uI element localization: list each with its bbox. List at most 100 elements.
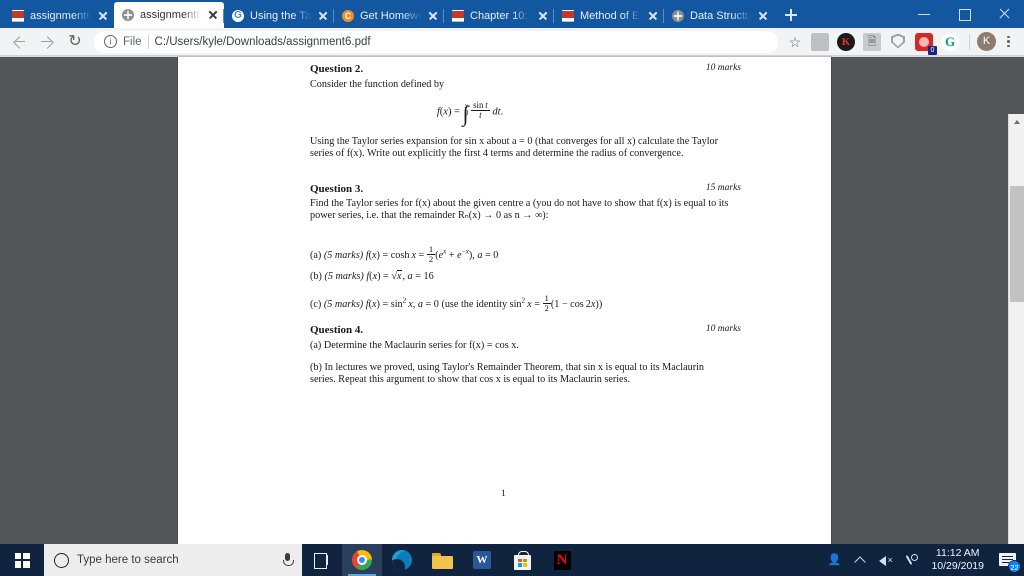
file-explorer-taskbar-icon — [431, 552, 453, 569]
taskbar-app-edge[interactable] — [382, 544, 422, 576]
taskbar-search-box[interactable]: Type here to search — [44, 544, 302, 576]
action-center-badge: 22 — [1008, 560, 1021, 573]
forward-arrow-icon[interactable] — [34, 29, 60, 55]
q4b-line-1: In lectures we proved, using Taylor's Re… — [324, 362, 637, 373]
close-tab-icon[interactable] — [647, 10, 659, 22]
browser-tab-6[interactable]: Method of Evalu — [553, 3, 664, 28]
close-tab-icon[interactable] — [537, 10, 549, 22]
question-3-marks: 15 marks — [705, 183, 741, 193]
browser-tab-5[interactable]: Chapter 10: Map — [443, 3, 554, 28]
pdf-page: Question 2. 10 marks Consider the functi… — [178, 57, 831, 544]
question-4-heading: Question 4. — [310, 324, 364, 336]
windows-taskbar: Type here to search W N 👤 × 11:12 AM 10/… — [0, 544, 1024, 576]
browser-tab-2-active[interactable]: assignment6.pdf — [114, 2, 224, 28]
tab-title: Data Structures — [690, 9, 751, 22]
q3-line-3: as n → ∞): — [503, 209, 549, 221]
extension-red-icon[interactable]: 0 — [915, 32, 937, 55]
extension-pdf-icon[interactable] — [863, 32, 881, 51]
question-4-item-b: (b) In lectures we proved, using Taylor'… — [310, 362, 710, 385]
tab-title: assignment6 - M — [30, 9, 91, 22]
question-2-heading: Question 2. — [310, 63, 364, 75]
close-tab-icon[interactable] — [207, 9, 219, 21]
close-tab-icon[interactable] — [317, 10, 329, 22]
google-icon: G — [232, 9, 244, 22]
q4b-line-3: its Maclaurin series. — [547, 373, 631, 385]
task-view-button[interactable] — [302, 544, 342, 576]
search-placeholder: Type here to search — [77, 554, 179, 566]
pen-tray-icon[interactable] — [899, 544, 925, 576]
start-button[interactable] — [0, 544, 44, 576]
restore-icon[interactable] — [944, 0, 984, 28]
task-view-icon — [314, 553, 330, 569]
close-tab-icon[interactable] — [97, 10, 109, 22]
minimize-icon[interactable] — [904, 0, 944, 28]
address-bar[interactable]: File C:/Users/kyle/Downloads/assignment6… — [94, 30, 778, 53]
edge-taskbar-icon — [392, 550, 412, 570]
tab-title: Using the Taylor — [250, 9, 311, 22]
extension-grammarly-icon[interactable]: G — [941, 32, 959, 51]
clock-date: 10/29/2019 — [931, 560, 984, 572]
taskbar-app-netflix[interactable]: N — [542, 544, 582, 576]
pdf-scrollbar[interactable] — [1008, 114, 1024, 576]
volume-muted-tray-icon[interactable] — [873, 544, 899, 576]
reload-icon[interactable]: ↻ — [62, 29, 88, 55]
taskbar-clock[interactable]: 11:12 AM 10/29/2019 — [925, 547, 994, 573]
netflix-taskbar-icon: N — [553, 550, 571, 570]
profile-avatar[interactable]: K — [977, 32, 996, 51]
info-circle-icon[interactable] — [104, 35, 117, 48]
word-doc-icon — [562, 9, 574, 22]
scrollbar-thumb[interactable] — [1010, 186, 1024, 302]
chegg-icon: C — [342, 9, 354, 22]
browser-tab-3[interactable]: G Using the Taylor — [223, 3, 334, 28]
new-tab-button[interactable] — [780, 4, 802, 26]
microsoft-store-taskbar-icon — [513, 550, 531, 570]
close-tab-icon[interactable] — [427, 10, 439, 22]
taskbar-app-word[interactable]: W — [462, 544, 502, 576]
url-scheme-label: File — [123, 35, 142, 48]
browser-toolbar: ↻ File C:/Users/kyle/Downloads/assignmen… — [0, 28, 1024, 56]
tab-title: Chapter 10: Map — [470, 9, 531, 22]
taskbar-app-store[interactable] — [502, 544, 542, 576]
page-number: 1 — [501, 489, 506, 499]
browser-tab-4[interactable]: C Get Homework H — [333, 3, 444, 28]
kebab-menu-icon[interactable] — [998, 31, 1018, 53]
extension-shield-icon[interactable] — [889, 33, 907, 51]
toolbar-divider — [969, 33, 970, 50]
browser-tab-7[interactable]: Data Structures — [663, 3, 774, 28]
close-icon[interactable] — [984, 0, 1024, 28]
question-4-item-a: (a) Determine the Maclaurin series for f… — [310, 340, 780, 352]
question-3-heading: Question 3. — [310, 183, 364, 195]
bookmark-star-icon[interactable]: ☆ — [784, 31, 806, 53]
back-arrow-icon[interactable] — [6, 29, 32, 55]
document-content: Question 2. 10 marks Consider the functi… — [178, 57, 831, 544]
cortana-circle-icon — [54, 552, 69, 568]
extension-kaspersky-icon[interactable]: K — [837, 32, 855, 51]
taskbar-app-chrome[interactable] — [342, 544, 382, 576]
word-taskbar-icon: W — [473, 551, 491, 569]
q3c-label: (c) — [310, 299, 322, 311]
pdf-viewer: Question 2. 10 marks Consider the functi… — [0, 57, 1024, 576]
show-hidden-icons-chevron[interactable] — [847, 544, 873, 576]
q3c-marks: (5 marks) — [323, 299, 364, 311]
question-3-item-a: (a) (5 marks) f(x) = cosh x = 1 2 (ex + e−… — [310, 244, 780, 264]
q2-line-1: Using the Taylor series expansion for si… — [310, 136, 625, 147]
q3b-label: (b) — [310, 271, 322, 282]
globe-icon — [122, 9, 134, 21]
scroll-up-arrow-icon[interactable] — [1009, 114, 1024, 130]
microphone-icon[interactable] — [280, 552, 294, 568]
q2-line-3: determine the radius of convergence. — [532, 147, 684, 159]
windows-start-icon — [14, 552, 30, 568]
browser-tab-1[interactable]: assignment6 - M — [4, 3, 114, 28]
word-doc-icon — [12, 9, 24, 22]
q3c-text: f(x) = sin2 x, a = 0 (use the identity s… — [365, 293, 603, 314]
question-4-marks: 10 marks — [705, 324, 741, 334]
chrome-browser-window: assignment6 - M assignment6.pdf G Using … — [0, 0, 1024, 576]
people-tray-icon[interactable] — [821, 544, 847, 576]
question-3-body: Find the Taylor series for f(x) about th… — [310, 198, 730, 221]
taskbar-app-file-explorer[interactable] — [422, 544, 462, 576]
q3b-marks: (5 marks) — [324, 271, 364, 282]
extension-grey-icon[interactable] — [811, 32, 829, 51]
omnibox-divider — [147, 34, 149, 49]
action-center-button[interactable]: 22 — [994, 544, 1022, 576]
close-tab-icon[interactable] — [757, 10, 769, 22]
